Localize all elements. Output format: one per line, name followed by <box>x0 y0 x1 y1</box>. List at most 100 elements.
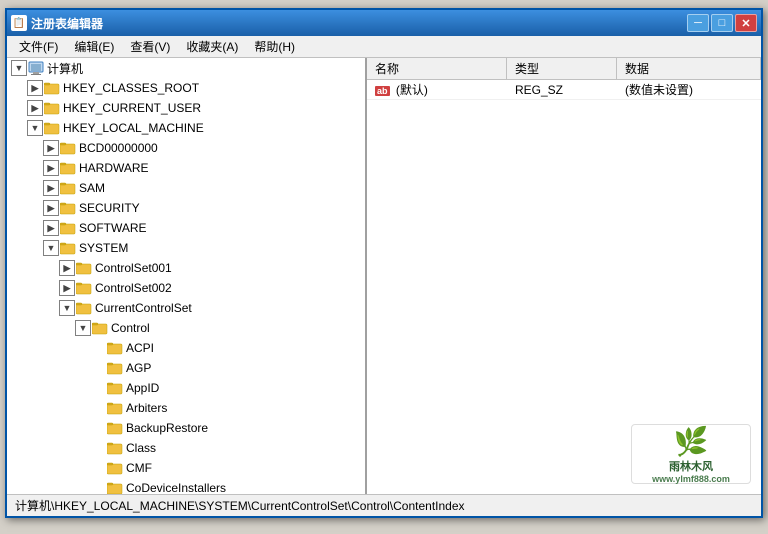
expand-control[interactable]: ▼ <box>75 320 91 336</box>
folder-icon-cmf <box>107 461 123 475</box>
tree-item-hardware[interactable]: ▶ HARDWARE <box>7 158 365 178</box>
tree-item-class[interactable]: Class <box>7 438 365 458</box>
computer-icon <box>28 60 44 76</box>
tree-item-security[interactable]: ▶ SECURITY <box>7 198 365 218</box>
tree-item-codeviceinstallers[interactable]: CoDeviceInstallers <box>7 478 365 494</box>
folder-icon-sam <box>60 181 76 195</box>
tree-item-agp[interactable]: AGP <box>7 358 365 378</box>
folder-icon-hkcr <box>44 81 60 95</box>
col-header-data[interactable]: 数据 <box>617 58 761 79</box>
label-hkcu: HKEY_CURRENT_USER <box>63 101 201 115</box>
tree-item-arbiters[interactable]: Arbiters <box>7 398 365 418</box>
expand-controlset002[interactable]: ▶ <box>59 280 75 296</box>
tree-item-ccs[interactable]: ▼ CurrentControlSet <box>7 298 365 318</box>
statusbar: 计算机\HKEY_LOCAL_MACHINE\SYSTEM\CurrentCon… <box>7 494 761 516</box>
folder-icon-arbiters <box>107 401 123 415</box>
folder-icon-codeviceinstallers <box>107 481 123 494</box>
placeholder-backuprestore <box>91 420 107 436</box>
folder-icon-security <box>60 201 76 215</box>
tree-item-acpi[interactable]: ACPI <box>7 338 365 358</box>
tree-item-controlset002[interactable]: ▶ ControlSet002 <box>7 278 365 298</box>
folder-icon-backuprestore <box>107 421 123 435</box>
expand-system[interactable]: ▼ <box>43 240 59 256</box>
folder-icon-class <box>107 441 123 455</box>
main-content: ▼ 计算机 ▶ HKEY_CLASSES_ROO <box>7 58 761 494</box>
expand-software[interactable]: ▶ <box>43 220 59 236</box>
tree-item-computer[interactable]: ▼ 计算机 <box>7 58 365 78</box>
folder-icon-controlset002 <box>76 281 92 295</box>
expand-hkcu[interactable]: ▶ <box>27 100 43 116</box>
folder-icon-hardware <box>60 161 76 175</box>
maximize-button[interactable]: □ <box>711 14 733 32</box>
expand-hklm[interactable]: ▼ <box>27 120 43 136</box>
tree-item-controlset001[interactable]: ▶ ControlSet001 <box>7 258 365 278</box>
data-rows[interactable]: ab (默认) REG_SZ (数值未设置) <box>367 80 761 287</box>
label-ccs: CurrentControlSet <box>95 301 192 315</box>
cell-data: (数值未设置) <box>617 80 761 100</box>
watermark-brand: 雨林木风 <box>669 458 713 474</box>
tree-item-control[interactable]: ▼ Control <box>7 318 365 338</box>
expand-bcd[interactable]: ▶ <box>43 140 59 156</box>
cell-type: REG_SZ <box>507 81 617 99</box>
expand-security[interactable]: ▶ <box>43 200 59 216</box>
folder-icon-controlset001 <box>76 261 92 275</box>
label-bcd: BCD00000000 <box>79 141 158 155</box>
label-computer: 计算机 <box>47 60 83 77</box>
expand-controlset001[interactable]: ▶ <box>59 260 75 276</box>
expand-ccs[interactable]: ▼ <box>59 300 75 316</box>
tree-item-software[interactable]: ▶ SOFTWARE <box>7 218 365 238</box>
label-hklm: HKEY_LOCAL_MACHINE <box>63 121 204 135</box>
close-button[interactable]: ✕ <box>735 14 757 32</box>
titlebar: 📋 注册表编辑器 ─ □ ✕ <box>7 10 761 36</box>
tree-item-hkcu[interactable]: ▶ HKEY_CURRENT_USER <box>7 98 365 118</box>
column-headers: 名称 类型 数据 <box>367 58 761 80</box>
label-acpi: ACPI <box>126 341 154 355</box>
app-icon: 📋 <box>11 15 27 31</box>
label-controlset001: ControlSet001 <box>95 261 172 275</box>
tree-item-system[interactable]: ▼ SYSTEM <box>7 238 365 258</box>
tree-item-appid[interactable]: AppID <box>7 378 365 398</box>
minimize-button[interactable]: ─ <box>687 14 709 32</box>
folder-icon-system <box>60 241 76 255</box>
folder-icon-control <box>92 321 108 335</box>
placeholder-appid <box>91 380 107 396</box>
expand-sam[interactable]: ▶ <box>43 180 59 196</box>
window-controls: ─ □ ✕ <box>687 14 757 32</box>
label-controlset002: ControlSet002 <box>95 281 172 295</box>
label-codeviceinstallers: CoDeviceInstallers <box>126 481 226 494</box>
folder-icon-hkcu <box>44 101 60 115</box>
tree-item-backuprestore[interactable]: BackupRestore <box>7 418 365 438</box>
label-sam: SAM <box>79 181 105 195</box>
placeholder-codeviceinstallers <box>91 480 107 494</box>
menu-edit[interactable]: 编辑(E) <box>66 36 122 57</box>
expand-computer[interactable]: ▼ <box>11 60 27 76</box>
tree-item-hklm[interactable]: ▼ HKEY_LOCAL_MACHINE <box>7 118 365 138</box>
table-row[interactable]: ab (默认) REG_SZ (数值未设置) <box>367 80 761 100</box>
tree-item-hkcr[interactable]: ▶ HKEY_CLASSES_ROOT <box>7 78 365 98</box>
tree-item-cmf[interactable]: CMF <box>7 458 365 478</box>
menu-help[interactable]: 帮助(H) <box>246 36 303 57</box>
watermark-logo: 🌿 <box>674 425 709 458</box>
label-backuprestore: BackupRestore <box>126 421 208 435</box>
tree-pane[interactable]: ▼ 计算机 ▶ HKEY_CLASSES_ROO <box>7 58 367 494</box>
label-system: SYSTEM <box>79 241 128 255</box>
folder-icon-agp <box>107 361 123 375</box>
folder-icon-appid <box>107 381 123 395</box>
window-title: 注册表编辑器 <box>31 15 687 32</box>
menu-view[interactable]: 查看(V) <box>122 36 178 57</box>
menu-file[interactable]: 文件(F) <box>11 36 66 57</box>
expand-hardware[interactable]: ▶ <box>43 160 59 176</box>
ab-icon: ab <box>375 86 390 96</box>
folder-icon-ccs <box>76 301 92 315</box>
label-cmf: CMF <box>126 461 152 475</box>
folder-icon-acpi <box>107 341 123 355</box>
col-header-name[interactable]: 名称 <box>367 58 507 79</box>
placeholder-arbiters <box>91 400 107 416</box>
col-header-type[interactable]: 类型 <box>507 58 617 79</box>
tree-item-sam[interactable]: ▶ SAM <box>7 178 365 198</box>
label-appid: AppID <box>126 381 159 395</box>
expand-hkcr[interactable]: ▶ <box>27 80 43 96</box>
placeholder-acpi <box>91 340 107 356</box>
tree-item-bcd[interactable]: ▶ BCD00000000 <box>7 138 365 158</box>
menu-favorites[interactable]: 收藏夹(A) <box>178 36 246 57</box>
